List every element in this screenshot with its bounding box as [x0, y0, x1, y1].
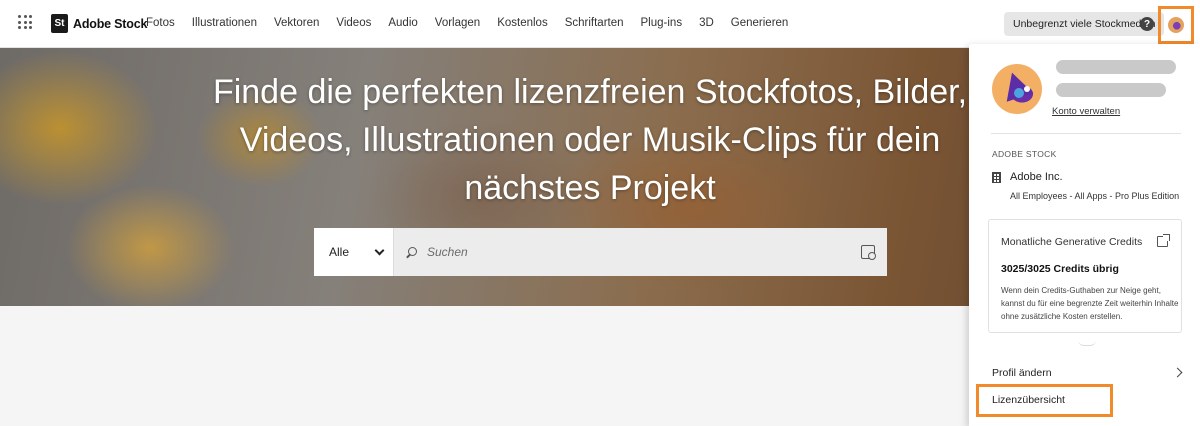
edit-profile-link[interactable]: Profil ändern: [992, 367, 1052, 379]
organization-name: Adobe Inc.: [1010, 171, 1063, 183]
credits-count: 3025/3025 Credits übrig: [1001, 263, 1119, 275]
generative-credits-card: Monatliche Generative Credits 3025/3025 …: [988, 219, 1182, 333]
brand-name: Adobe Stock: [73, 16, 148, 31]
license-overview-highlight: [976, 384, 1113, 417]
avatar: [1168, 17, 1184, 33]
nav-item-plug-ins[interactable]: Plug-ins: [641, 17, 683, 29]
nav-item-vorlagen[interactable]: Vorlagen: [435, 17, 480, 29]
building-icon: [992, 172, 1001, 183]
help-icon[interactable]: ?: [1140, 17, 1154, 31]
brand-home-link[interactable]: St Adobe Stock: [51, 14, 147, 33]
adobe-stock-logo-icon: St: [51, 14, 68, 33]
visual-search-icon[interactable]: [861, 245, 876, 260]
divider: [991, 133, 1181, 134]
profile-dropdown-panel: Konto verwalten ADOBE STOCK Adobe Inc. A…: [969, 44, 1200, 426]
nav-item-3d[interactable]: 3D: [699, 17, 714, 29]
organization-plan: All Employees - All Apps - Pro Plus Edit…: [1010, 191, 1180, 201]
chevron-down-icon: [374, 245, 385, 255]
search-bar: Alle: [314, 228, 887, 276]
profile-avatar-button[interactable]: [1158, 6, 1194, 44]
search-input[interactable]: [427, 245, 827, 259]
main-nav: Fotos Illustrationen Vektoren Videos Aud…: [146, 17, 805, 29]
nav-item-videos[interactable]: Videos: [336, 17, 371, 29]
chevron-right-icon: [1172, 367, 1183, 378]
app-switcher-grid-icon[interactable]: [18, 15, 32, 29]
manage-account-link[interactable]: Konto verwalten: [1052, 106, 1120, 117]
scroll-indicator: [1078, 340, 1096, 346]
avatar: [992, 64, 1042, 114]
hero-title: Finde die perfekten lizenzfreien Stockfo…: [212, 73, 968, 207]
nav-item-generieren[interactable]: Generieren: [731, 17, 789, 29]
search-category-value: Alle: [329, 245, 350, 259]
nav-item-audio[interactable]: Audio: [388, 17, 417, 29]
search-category-select[interactable]: Alle: [314, 228, 394, 276]
nav-item-illustrationen[interactable]: Illustrationen: [192, 17, 257, 29]
search-field: [394, 228, 887, 276]
nav-item-schriftarten[interactable]: Schriftarten: [565, 17, 624, 29]
redacted-user-name: [1056, 60, 1176, 74]
redacted-user-email: [1056, 83, 1166, 97]
section-label: ADOBE STOCK: [992, 149, 1057, 159]
nav-item-vektoren[interactable]: Vektoren: [274, 17, 319, 29]
external-link-icon[interactable]: [1157, 234, 1170, 247]
search-icon: [406, 246, 417, 258]
nav-item-kostenlos[interactable]: Kostenlos: [497, 17, 548, 29]
credits-description: Wenn dein Credits-Guthaben zur Neige geh…: [1001, 286, 1179, 321]
credits-title: Monatliche Generative Credits: [1001, 236, 1143, 248]
top-navigation-bar: St Adobe Stock Fotos Illustrationen Vekt…: [0, 0, 1200, 48]
nav-item-fotos[interactable]: Fotos: [146, 17, 175, 29]
